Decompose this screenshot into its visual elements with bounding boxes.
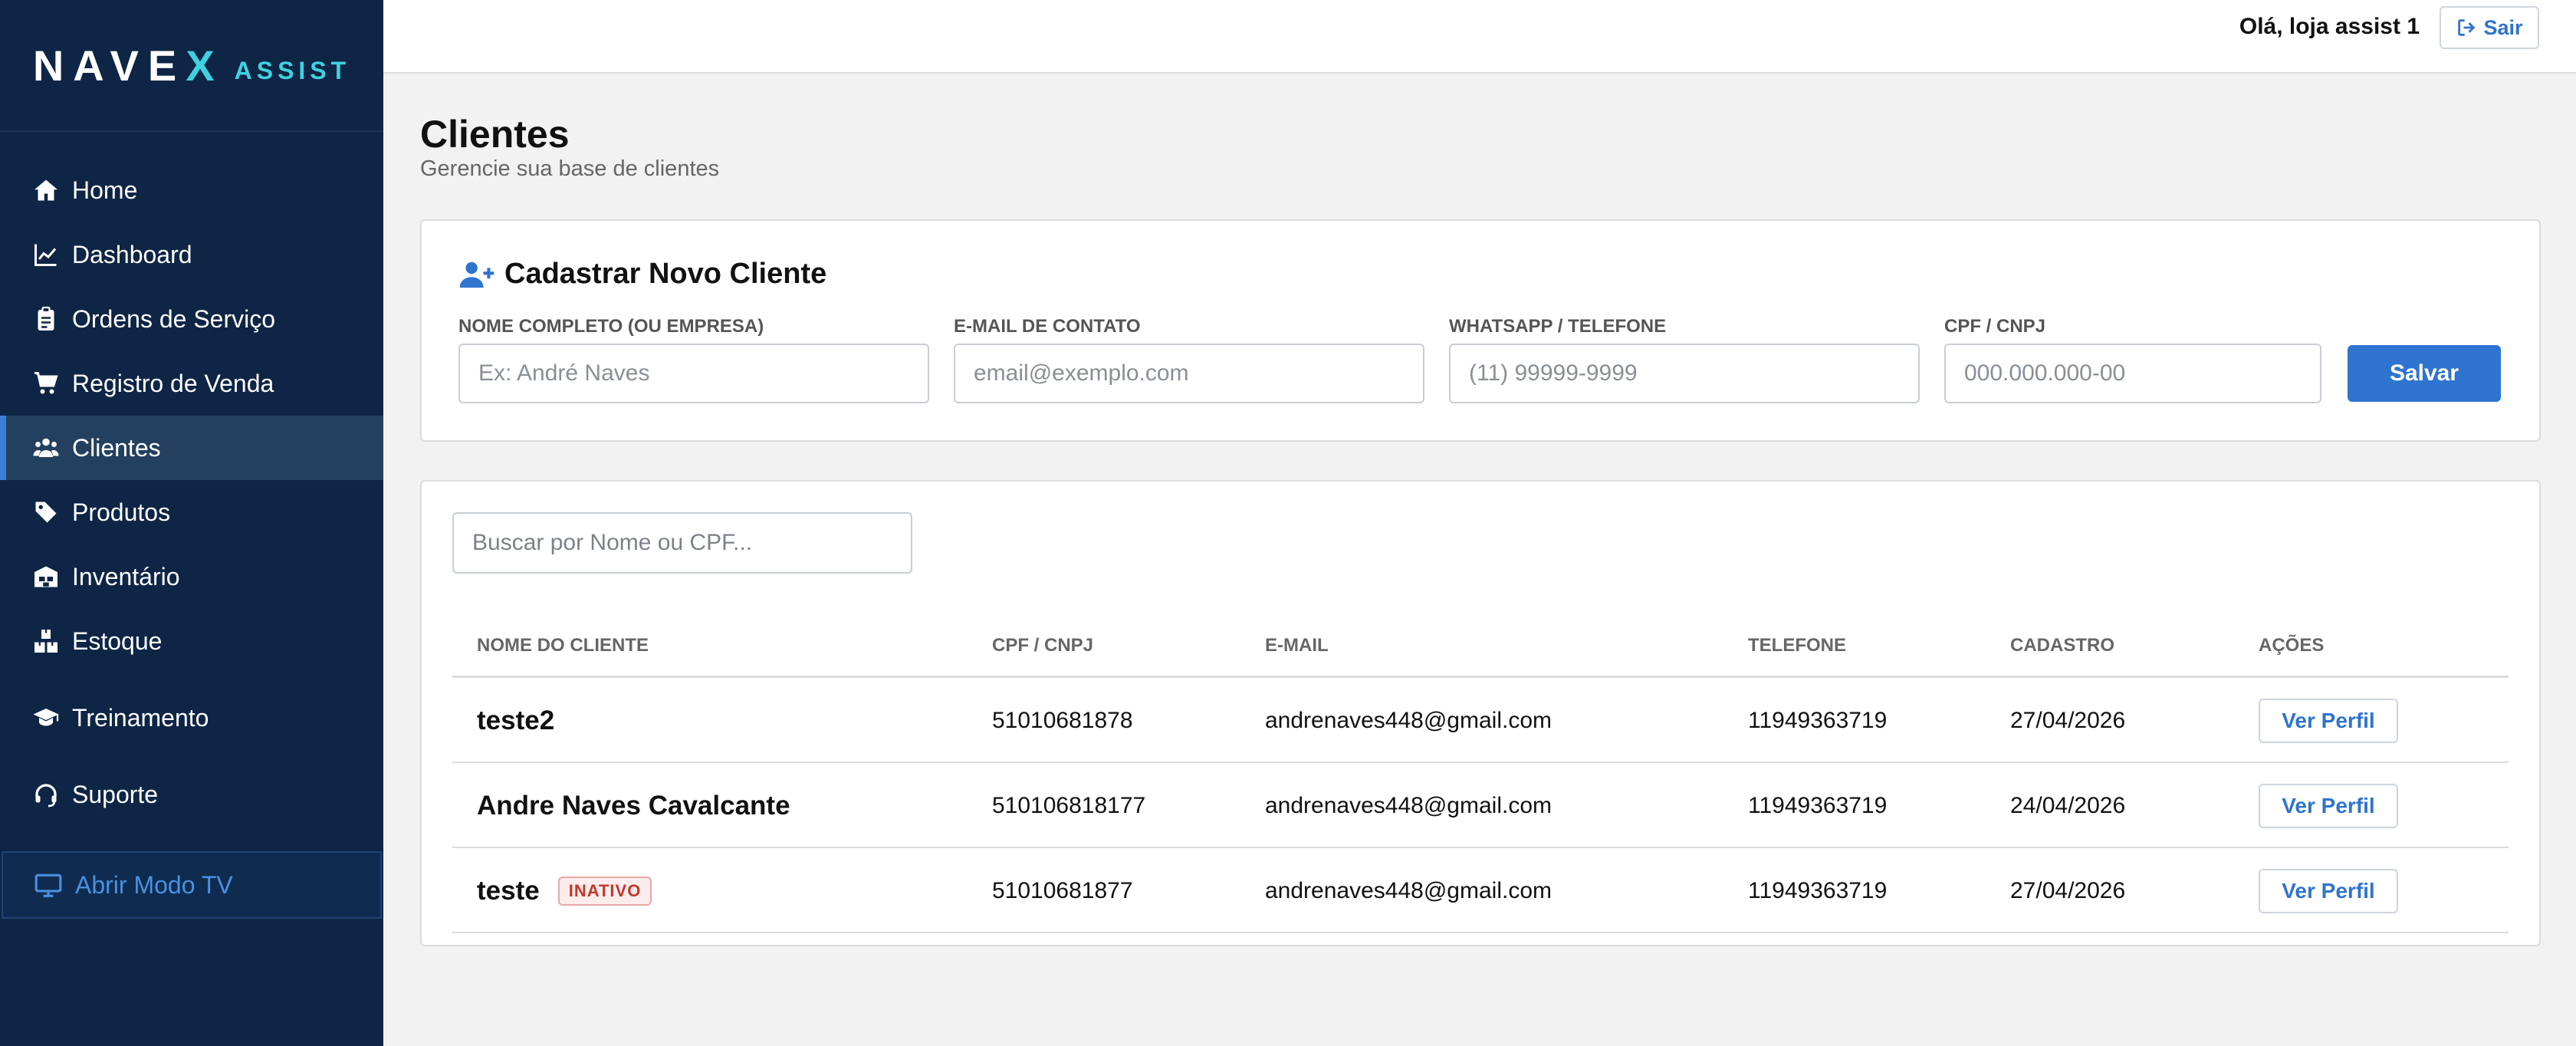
client-actions: Ver Perfil [2259,763,2398,848]
sidebar-item-ordens-de-servico[interactable]: Ordens de Serviço [0,287,383,351]
table-row: Andre Naves Cavalcante 510106818177 andr… [452,763,2509,848]
col-header-document[interactable]: CPF / CNPJ [992,635,1093,656]
phone-field-label: WHATSAPP / TELEFONE [1449,316,1667,337]
sidebar-item-inventario[interactable]: Inventário [0,544,383,609]
col-header-actions: AÇÕES [2259,635,2325,656]
home-icon [34,179,58,201]
col-header-phone[interactable]: TELEFONE [1748,635,1846,656]
client-name-cell: teste INATIVO [477,848,652,933]
logo-text: NAVE [32,41,186,90]
form-title-text: Cadastrar Novo Cliente [504,258,827,290]
open-tv-mode-button[interactable]: Abrir Modo TV [2,851,382,919]
save-button[interactable]: Salvar [2348,345,2501,402]
view-profile-button[interactable]: Ver Perfil [2259,783,2398,828]
search-input[interactable] [452,512,912,574]
inactive-status-badge: INATIVO [557,876,652,906]
client-phone: 11949363719 [1748,792,1888,818]
sidebar-item-suporte[interactable]: Suporte [0,762,383,827]
form-title: Cadastrar Novo Cliente [458,258,826,291]
client-phone: 11949363719 [1748,877,1888,903]
client-name: teste [477,875,540,906]
sidebar-item-label: Clientes [72,433,161,462]
client-name: teste2 [477,705,555,735]
sidebar-item-produtos[interactable]: Produtos [0,480,383,544]
chart-line-icon [34,244,57,266]
page-subtitle: Gerencie sua base de clientes [420,156,720,181]
sidebar-item-label: Treinamento [72,703,209,732]
client-email: andrenaves448@gmail.com [1265,707,1552,733]
client-name-cell: Andre Naves Cavalcante [477,763,790,848]
client-created-date: 27/04/2026 [2010,877,2126,903]
tv-icon [34,873,62,897]
table-header: NOME DO CLIENTE CPF / CNPJ E-MAIL TELEFO… [452,604,2509,678]
client-actions: Ver Perfil [2259,848,2398,933]
sign-out-icon [2458,19,2476,36]
sidebar-item-label: Produtos [72,498,171,526]
name-input[interactable] [458,344,929,403]
logo-x: X [186,41,224,90]
sidebar-item-label: Registro de Venda [72,369,274,397]
email-field-label: E-MAIL DE CONTATO [954,316,1141,337]
client-created-date: 27/04/2026 [2010,707,2126,733]
sidebar-item-treinamento[interactable]: Treinamento [0,686,383,750]
client-email: andrenaves448@gmail.com [1265,792,1552,818]
logo-subtitle: ASSIST [234,56,351,84]
cart-icon [34,372,58,394]
view-profile-button[interactable]: Ver Perfil [2259,698,2398,743]
client-phone: 11949363719 [1748,707,1888,733]
client-created-date: 24/04/2026 [2010,792,2126,818]
graduation-cap-icon [33,709,59,726]
view-profile-button[interactable]: Ver Perfil [2259,868,2398,913]
sidebar-item-label: Ordens de Serviço [72,304,276,333]
sidebar-item-estoque[interactable]: Estoque [0,609,383,673]
col-header-email[interactable]: E-MAIL [1265,635,1329,656]
users-icon [33,438,59,457]
brand-logo[interactable]: NAVEX ASSIST [0,0,383,132]
table-row: teste2 51010681878 andrenaves448@gmail.c… [452,678,2509,763]
client-document: 510106818177 [992,792,1146,818]
new-client-form: Cadastrar Novo Cliente NOME COMPLETO (OU… [420,219,2541,442]
user-plus-icon [459,262,495,288]
document-field-label: CPF / CNPJ [1944,316,2046,337]
sidebar-item-label: Inventário [72,562,180,590]
tag-icon [35,502,57,523]
col-header-name[interactable]: NOME DO CLIENTE [477,635,649,656]
clipboard-icon [38,306,54,331]
sidebar-item-label: Suporte [72,780,159,808]
sidebar-item-home[interactable]: Home [0,158,383,222]
client-document: 51010681878 [992,707,1133,733]
logout-button[interactable]: Sair [2440,6,2539,49]
email-input[interactable] [954,344,1424,403]
client-actions: Ver Perfil [2259,678,2398,763]
top-bar: Olá, loja assist 1 Sair [383,0,2576,74]
headset-icon [35,784,57,808]
table-row: teste INATIVO 51010681877 andrenaves448@… [452,848,2509,933]
clients-table: NOME DO CLIENTE CPF / CNPJ E-MAIL TELEFO… [452,604,2509,933]
phone-input[interactable] [1449,344,1920,403]
client-list: NOME DO CLIENTE CPF / CNPJ E-MAIL TELEFO… [420,480,2541,946]
sidebar-item-registro-de-venda[interactable]: Registro de Venda [0,351,383,416]
col-header-created[interactable]: CADASTRO [2010,635,2114,656]
document-input[interactable] [1944,344,2321,403]
logout-label: Sair [2483,15,2523,39]
sidebar-item-label: Estoque [72,627,163,655]
warehouse-icon [34,566,58,587]
client-name-cell: teste2 [477,678,554,763]
sidebar-item-clientes[interactable]: Clientes [0,416,383,480]
sidebar-nav: Home Dashboard Ordens de Serviço Registr… [0,158,383,827]
sidebar-item-label: Home [72,176,138,204]
sidebar-item-label: Dashboard [72,240,192,268]
sidebar-item-dashboard[interactable]: Dashboard [0,222,383,287]
client-document: 51010681877 [992,877,1133,903]
client-name: Andre Naves Cavalcante [477,790,790,821]
page-title: Clientes [420,113,570,156]
sidebar: NAVEX ASSIST Home Dashboard Ordens de Se… [0,0,383,1046]
user-greeting: Olá, loja assist 1 [2239,14,2420,39]
client-email: andrenaves448@gmail.com [1265,877,1552,903]
tv-button-label: Abrir Modo TV [75,870,233,899]
boxes-icon [34,630,58,653]
name-field-label: NOME COMPLETO (OU EMPRESA) [458,316,764,337]
